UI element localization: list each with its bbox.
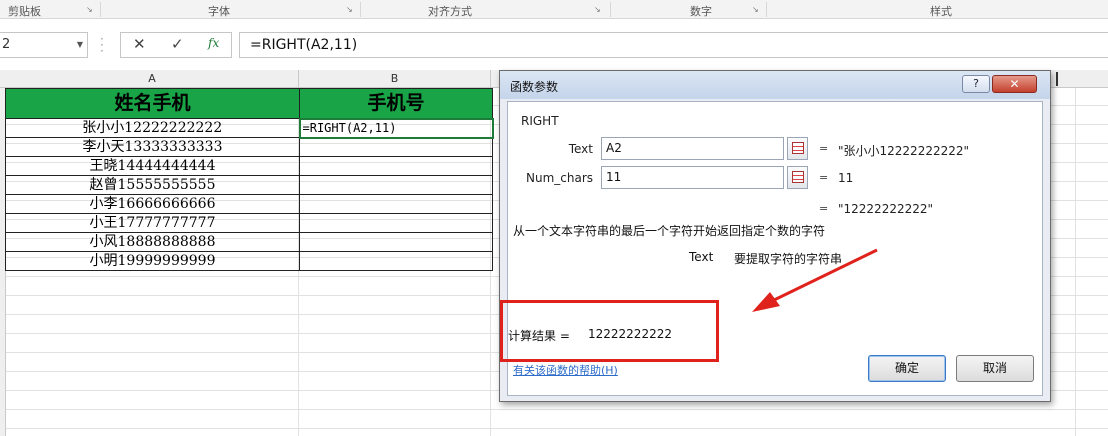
help-icon[interactable]: ? (962, 75, 990, 93)
ribbon-group-clipboard: 剪贴板 (8, 5, 41, 18)
table-header-row: 姓名手机 手机号 (5, 88, 493, 119)
arg-description-name: Text (689, 250, 714, 264)
arg-label-num-chars: Num_chars (525, 171, 593, 185)
cell-a[interactable]: 王晓14444444444 (5, 156, 300, 176)
ribbon-divider (610, 2, 611, 17)
function-help-link[interactable]: 有关该函数的帮助(H) (513, 362, 618, 378)
cell-b[interactable] (299, 175, 493, 195)
cancel-button[interactable]: 取消 (956, 355, 1034, 382)
header-cell-name-phone[interactable]: 姓名手机 (5, 88, 300, 119)
table-row: 张小小12222222222 =RIGHT(A2,11) (5, 117, 494, 139)
cell-a[interactable]: 小李16666666666 (5, 194, 300, 214)
cell-a[interactable]: 李小天13333333333 (5, 137, 300, 157)
close-icon[interactable]: ✕ (992, 75, 1037, 93)
range-select-icon (792, 142, 804, 154)
table-row: 赵曾15555555555 (5, 175, 493, 195)
arg-label-text: Text (568, 142, 593, 156)
function-name: RIGHT (521, 114, 559, 128)
cell-b[interactable] (299, 194, 493, 214)
ribbon-group-number: 数字 (690, 5, 712, 18)
dialog-title: 函数参数 (510, 80, 559, 94)
arg-equals: = (819, 142, 829, 155)
overall-equals: = (819, 202, 829, 215)
font-launcher-icon[interactable]: ↘ (346, 5, 355, 14)
collapse-dialog-button-num-chars[interactable] (787, 166, 808, 189)
table-row: 李小天13333333333 (5, 137, 493, 157)
gridline (1075, 88, 1076, 436)
ribbon-group-font: 字体 (208, 5, 230, 18)
data-table: 姓名手机 手机号 张小小12222222222 =RIGHT(A2,11) 李小… (5, 88, 494, 271)
cell-a[interactable]: 小王17777777777 (5, 213, 300, 233)
cancel-icon[interactable]: ✕ (133, 35, 146, 53)
range-select-icon (792, 171, 804, 183)
table-row: 小明19999999999 (5, 251, 493, 271)
alignment-launcher-icon[interactable]: ↘ (594, 5, 603, 14)
cell-b[interactable] (299, 156, 493, 176)
collapse-dialog-button-text[interactable] (787, 137, 808, 160)
ribbon-divider (100, 2, 101, 17)
ribbon-divider (766, 2, 767, 17)
ribbon-group-alignment: 对齐方式 (428, 5, 472, 18)
ribbon-divider (360, 2, 361, 17)
scroll-marker (1056, 72, 1062, 86)
highlight-box (500, 300, 719, 362)
clipboard-launcher-icon[interactable]: ↘ (86, 5, 95, 14)
arg-result-text: "张小小12222222222" (838, 144, 970, 158)
cell-a[interactable]: 赵曾15555555555 (5, 175, 300, 195)
table-row: 小王17777777777 (5, 213, 493, 233)
arg-equals: = (819, 171, 829, 184)
table-row: 小风18888888888 (5, 232, 493, 252)
formula-input[interactable]: =RIGHT(A2,11) (239, 32, 1108, 58)
name-box-value: 2 (2, 37, 11, 52)
cell-a[interactable]: 小风18888888888 (5, 232, 300, 252)
cell-a[interactable]: 张小小12222222222 (5, 118, 300, 138)
cell-b[interactable] (299, 137, 493, 157)
cell-b[interactable] (299, 232, 493, 252)
insert-function-icon[interactable]: fx (208, 36, 219, 50)
active-cell[interactable]: =RIGHT(A2,11) (298, 117, 494, 139)
cell-a[interactable]: 小明19999999999 (5, 251, 300, 271)
function-description: 从一个文本字符串的最后一个字符开始返回指定个数的字符 (513, 224, 826, 238)
ok-button[interactable]: 确定 (868, 355, 946, 382)
number-launcher-icon[interactable]: ↘ (752, 5, 761, 14)
arg-input-num-chars[interactable]: 11 (601, 166, 784, 189)
arg-input-text[interactable]: A2 (601, 137, 784, 160)
name-box[interactable]: 2 ▼ (0, 32, 88, 58)
arg-description-text: 要提取字符的字符串 (734, 252, 843, 266)
dialog-titlebar[interactable]: 函数参数 ? ✕ (500, 71, 1050, 99)
column-header-a[interactable]: A (6, 70, 299, 88)
enter-icon[interactable]: ✓ (171, 35, 184, 53)
ribbon-group-styles: 样式 (930, 5, 952, 18)
table-row: 小李16666666666 (5, 194, 493, 214)
cell-b[interactable] (299, 251, 493, 271)
formula-buttons: ✕ ✓ fx (120, 32, 232, 58)
cell-b[interactable] (299, 213, 493, 233)
formula-bar: 2 ▼ · · · ✕ ✓ fx =RIGHT(A2,11) (0, 28, 1108, 62)
overall-result: "12222222222" (838, 202, 934, 216)
chevron-down-icon[interactable]: ▼ (77, 33, 83, 57)
arg-result-num-chars: 11 (838, 171, 854, 185)
header-cell-phone[interactable]: 手机号 (299, 88, 493, 119)
ribbon-group-bar: 剪贴板 ↘ 字体 ↘ 对齐方式 ↘ 数字 ↘ 样式 (0, 0, 1108, 19)
table-row: 王晓14444444444 (5, 156, 493, 176)
column-header-b[interactable]: B (299, 70, 491, 88)
drag-handle-icon[interactable]: · · · (100, 33, 104, 57)
